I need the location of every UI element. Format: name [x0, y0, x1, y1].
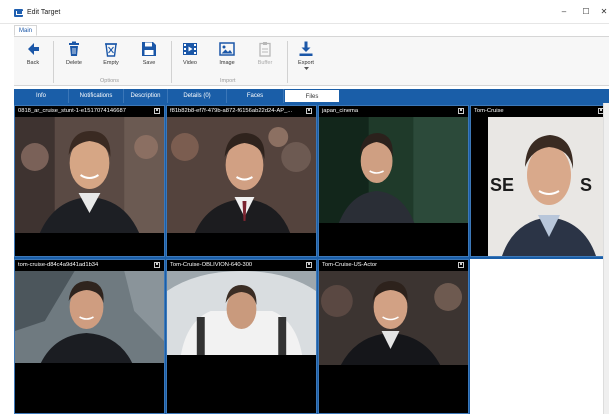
save-file-icon[interactable]: [458, 262, 464, 268]
minimize-button[interactable]: –: [554, 5, 574, 19]
ribbon-separator: [53, 41, 54, 83]
back-arrow-icon: [28, 43, 39, 55]
ribbon-tab-strip: Main: [0, 24, 609, 36]
film-icon: [183, 43, 197, 55]
clipboard-icon: [259, 42, 271, 57]
file-name: f81b82b8-ef7f-479b-a872-f6156ab22d24-AP_…: [167, 106, 316, 117]
file-thumbnail: [167, 271, 316, 355]
ribbon-toolbar: Back Delete Empty Save Options Video Ima…: [14, 36, 609, 86]
tab-faces[interactable]: Faces: [227, 89, 284, 103]
export-button[interactable]: Export: [291, 41, 321, 75]
file-name: Tom-Cruise: [471, 106, 608, 117]
trash-icon: [69, 41, 79, 56]
download-icon: [299, 41, 313, 56]
tab-info[interactable]: Info: [14, 89, 69, 103]
empty-bin-icon: [105, 43, 117, 57]
app-icon: [14, 9, 23, 17]
title-bar: Edit Target – ☐ ✕: [0, 0, 609, 24]
file-name: Tom-Cruise-US-Actor: [319, 260, 468, 271]
file-name: 0818_ar_cruise_stunt-1-e1517074146687: [15, 106, 164, 117]
file-card[interactable]: Tom-Cruise SE S: [470, 105, 609, 257]
file-name: Tom-Cruise-OBLIVION-640-300: [167, 260, 316, 271]
file-thumbnail: [319, 117, 468, 223]
tab-bar: Info Notifications Description Details (…: [14, 89, 609, 103]
delete-button[interactable]: Delete: [59, 41, 89, 75]
options-group-label: Options: [100, 78, 119, 84]
chevron-down-icon: [303, 67, 309, 70]
empty-button[interactable]: Empty: [96, 41, 126, 75]
tab-files[interactable]: Files: [284, 89, 340, 103]
file-thumbnail: [167, 117, 316, 233]
file-card[interactable]: 0818_ar_cruise_stunt-1-e1517074146687: [14, 105, 165, 257]
file-thumbnail: SE S: [488, 117, 608, 256]
svg-text:S: S: [580, 175, 592, 195]
tab-notifications[interactable]: Notifications: [69, 89, 124, 103]
close-button[interactable]: ✕: [594, 5, 609, 19]
ribbon-tab-main[interactable]: Main: [14, 25, 38, 36]
floppy-disk-icon: [142, 42, 156, 56]
files-grid: 0818_ar_cruise_stunt-1-e1517074146687 f8…: [14, 103, 609, 414]
save-file-icon[interactable]: [306, 108, 312, 114]
import-video-button[interactable]: Video: [175, 41, 205, 75]
edit-target-window: Edit Target – ☐ ✕ Main Back Delete Empty…: [0, 0, 609, 414]
file-thumbnail: [319, 271, 468, 365]
tab-description[interactable]: Description: [124, 89, 168, 103]
save-file-icon[interactable]: [306, 262, 312, 268]
maximize-button[interactable]: ☐: [576, 5, 596, 19]
save-file-icon[interactable]: [154, 262, 160, 268]
file-card[interactable]: tom-cruise-d84c4a9d41ad1b34: [14, 259, 165, 414]
vertical-scrollbar[interactable]: [603, 103, 609, 414]
save-file-icon[interactable]: [458, 108, 464, 114]
file-card[interactable]: f81b82b8-ef7f-479b-a872-f6156ab22d24-AP_…: [166, 105, 317, 257]
import-group-label: Import: [220, 78, 236, 84]
window-title: Edit Target: [27, 9, 61, 16]
svg-text:SE: SE: [490, 175, 514, 195]
tab-details[interactable]: Details (0): [168, 89, 227, 103]
save-file-icon[interactable]: [154, 108, 160, 114]
import-image-button[interactable]: Image: [212, 41, 242, 75]
file-card[interactable]: Tom-Cruise-OBLIVION-640-300: [166, 259, 317, 414]
file-thumbnail: [15, 271, 164, 363]
file-card[interactable]: Tom-Cruise-US-Actor: [318, 259, 469, 414]
import-buffer-button[interactable]: Buffer: [250, 41, 280, 75]
ribbon-separator: [287, 41, 288, 83]
back-button[interactable]: Back: [18, 41, 48, 75]
ribbon-separator: [171, 41, 172, 83]
picture-icon: [219, 42, 235, 56]
file-thumbnail: [15, 117, 164, 233]
file-name: japan_cinema: [319, 106, 468, 117]
file-card[interactable]: japan_cinema: [318, 105, 469, 257]
empty-grid-area: [470, 259, 609, 414]
file-name: tom-cruise-d84c4a9d41ad1b34: [15, 260, 164, 271]
save-button[interactable]: Save: [134, 41, 164, 75]
